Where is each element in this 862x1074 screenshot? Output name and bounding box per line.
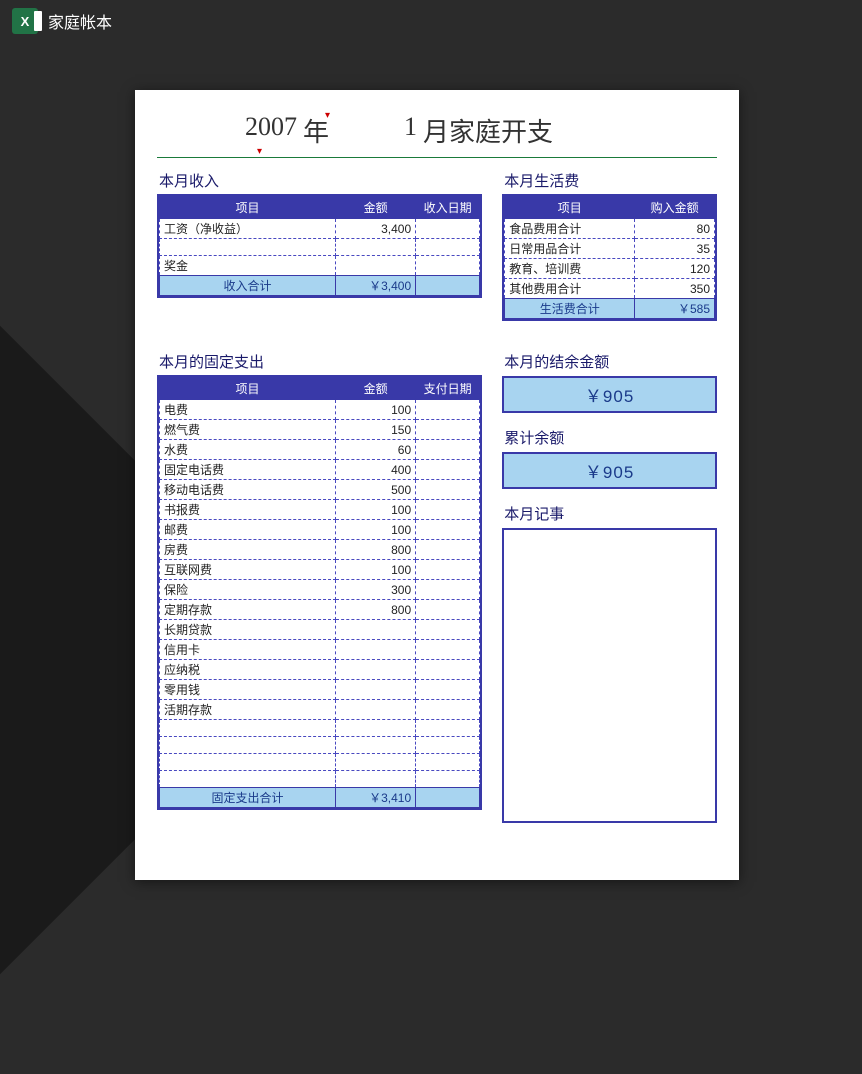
- table-row[interactable]: 水费60: [160, 440, 480, 460]
- table-row[interactable]: 工资（净收益）3,400: [160, 219, 480, 239]
- table-row[interactable]: 其他费用合计350: [505, 279, 715, 299]
- table-row[interactable]: [160, 239, 480, 256]
- title-month: 1: [337, 112, 417, 149]
- fixed-header-amount: 金额: [336, 378, 416, 400]
- title-rest: 月家庭开支: [417, 112, 553, 149]
- life-table: 项目 购入金额 食品费用合计80 日常用品合计35 教育、培训费120 其他费用…: [502, 194, 717, 321]
- table-row[interactable]: 活期存款: [160, 700, 480, 720]
- life-header-amount: 购入金额: [635, 197, 715, 219]
- fixed-total-row: 固定支出合计￥3,410: [160, 788, 480, 808]
- window-title: 家庭帐本: [48, 9, 112, 33]
- table-row[interactable]: 房费800: [160, 540, 480, 560]
- table-row[interactable]: 应纳税: [160, 660, 480, 680]
- cumulative-balance-label: 累计余额: [504, 427, 717, 448]
- income-header-date: 收入日期: [416, 197, 480, 219]
- table-row[interactable]: [160, 737, 480, 754]
- table-row[interactable]: [160, 771, 480, 788]
- fixed-header-item: 项目: [160, 378, 336, 400]
- cumulative-balance-value: ￥905: [502, 452, 717, 489]
- life-total-row: 生活费合计￥585: [505, 299, 715, 319]
- table-row[interactable]: 书报费100: [160, 500, 480, 520]
- life-header-item: 项目: [505, 197, 635, 219]
- table-row[interactable]: 食品费用合计80: [505, 219, 715, 239]
- month-balance-label: 本月的结余金额: [504, 351, 717, 372]
- excel-icon: X: [12, 8, 38, 34]
- table-row[interactable]: 零用钱: [160, 680, 480, 700]
- month-balance-value: ￥905: [502, 376, 717, 413]
- table-row[interactable]: 移动电话费500: [160, 480, 480, 500]
- comment-marker-icon: ▾: [325, 110, 330, 121]
- window-titlebar: X 家庭帐本: [12, 8, 112, 34]
- table-row[interactable]: 日常用品合计35: [505, 239, 715, 259]
- income-total-row: 收入合计￥3,400: [160, 276, 480, 296]
- income-header-item: 项目: [160, 197, 336, 219]
- title-year: 2007: [157, 112, 297, 149]
- table-row[interactable]: 长期贷款: [160, 620, 480, 640]
- table-row[interactable]: 信用卡: [160, 640, 480, 660]
- table-row[interactable]: [160, 754, 480, 771]
- table-row[interactable]: 邮费100: [160, 520, 480, 540]
- table-row[interactable]: 互联网费100: [160, 560, 480, 580]
- fixed-section-title: 本月的固定支出: [157, 349, 482, 375]
- fixed-table: 项目 金额 支付日期 电费100 燃气费150 水费60 固定电话费400 移动…: [157, 375, 482, 810]
- table-row[interactable]: 保险300: [160, 580, 480, 600]
- table-row[interactable]: 电费100: [160, 400, 480, 420]
- table-row[interactable]: [160, 720, 480, 737]
- page-title: ▾ ▾ 2007 年 1 月家庭开支: [157, 108, 717, 158]
- life-section-title: 本月生活费: [502, 168, 717, 194]
- table-row[interactable]: 燃气费150: [160, 420, 480, 440]
- notes-label: 本月记事: [504, 503, 717, 524]
- notes-area[interactable]: [502, 528, 717, 823]
- spreadsheet-page: ▾ ▾ 2007 年 1 月家庭开支 本月收入 项目 金额 收入日期 工资（净收…: [135, 90, 739, 880]
- table-row[interactable]: 定期存款800: [160, 600, 480, 620]
- table-row[interactable]: 教育、培训费120: [505, 259, 715, 279]
- table-row[interactable]: 奖金: [160, 256, 480, 276]
- table-row[interactable]: 固定电话费400: [160, 460, 480, 480]
- income-header-amount: 金额: [336, 197, 416, 219]
- income-table: 项目 金额 收入日期 工资（净收益）3,400 奖金 收入合计￥3,400: [157, 194, 482, 298]
- income-section-title: 本月收入: [157, 168, 482, 194]
- title-year-label: 年: [297, 112, 337, 149]
- comment-marker-icon: ▾: [257, 146, 262, 157]
- fixed-header-date: 支付日期: [416, 378, 480, 400]
